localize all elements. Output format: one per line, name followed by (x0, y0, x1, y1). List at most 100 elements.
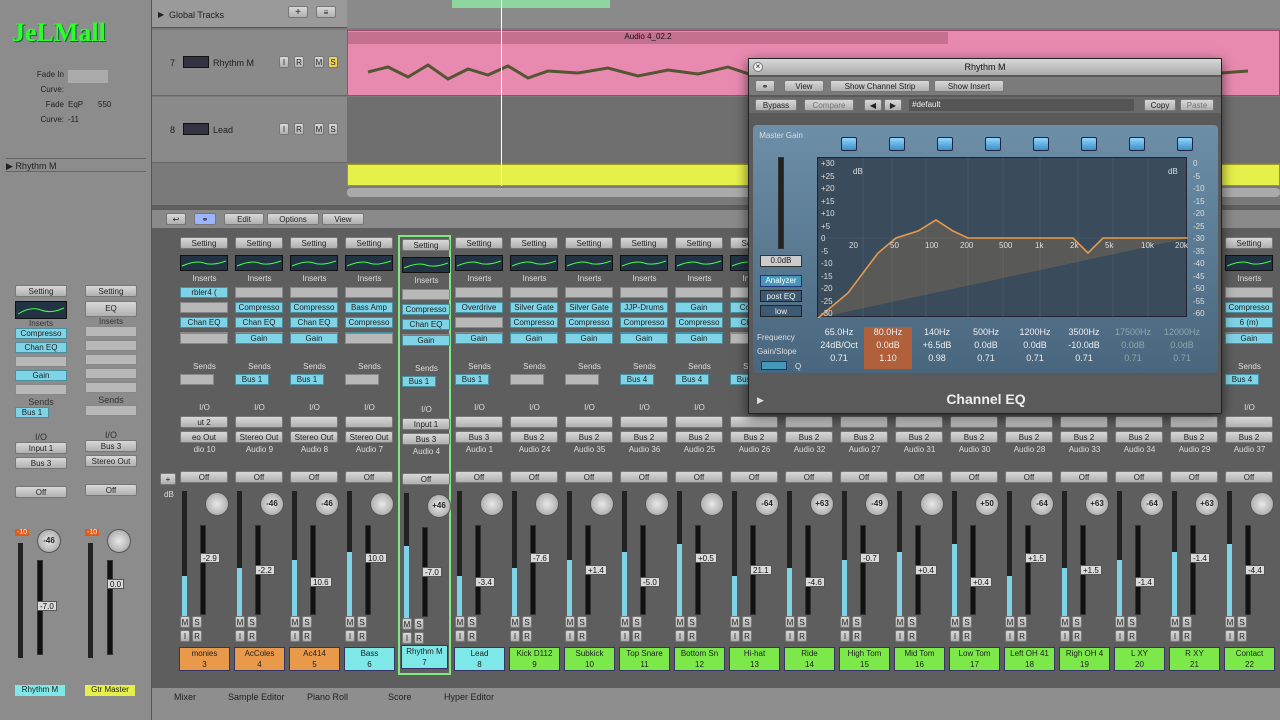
insert-slot[interactable]: Compresso (675, 317, 723, 328)
record-button[interactable]: R (852, 630, 862, 642)
insert-slot[interactable]: Chan EQ (402, 319, 450, 330)
band-q[interactable]: 0.71 (1158, 353, 1206, 363)
eq-thumbnail[interactable] (235, 255, 283, 271)
catch-button[interactable]: ≡ (316, 6, 336, 18)
pan-knob[interactable] (700, 492, 724, 516)
volume-value[interactable]: -0.7 (860, 553, 880, 563)
automation-button[interactable]: Off (85, 484, 137, 496)
channel-name[interactable]: Lead 8 (454, 647, 505, 671)
band-q[interactable]: 0.71 (1011, 353, 1059, 363)
volume-value[interactable]: -4.4 (1245, 565, 1265, 575)
volume-fader[interactable] (530, 525, 536, 615)
output-button[interactable]: Bus 2 (1115, 431, 1163, 443)
gain-insert[interactable]: Gain (620, 333, 668, 344)
volume-fader[interactable] (805, 525, 811, 615)
tab-piano-roll[interactable]: Piano Roll (307, 692, 348, 702)
input-monitor-button[interactable]: I (279, 123, 289, 135)
channel-name[interactable]: Mid Tom 16 (894, 647, 945, 671)
channel-name[interactable]: Ride 14 (784, 647, 835, 671)
record-button[interactable]: R (962, 630, 972, 642)
link-button[interactable]: ⚭ (755, 80, 775, 92)
solo-button[interactable]: S (687, 616, 697, 628)
insert-slot[interactable]: Compresso (620, 317, 668, 328)
mute-button[interactable]: M (290, 616, 300, 628)
insert-slot[interactable]: Compresso (290, 302, 338, 313)
channel-name[interactable]: Low Tom 17 (949, 647, 1000, 671)
eq-thumbnail[interactable] (180, 255, 228, 271)
channel-name[interactable]: Left OH 41 18 (1004, 647, 1055, 671)
automation-button[interactable]: Off (675, 471, 723, 483)
insert-slot[interactable]: Compresso (235, 302, 283, 313)
pan-knob[interactable]: +63 (810, 492, 834, 516)
show-insert-menu[interactable]: Show Insert (934, 80, 1004, 92)
insert-slot[interactable]: rbler4 ( (180, 287, 228, 298)
channel-name[interactable]: Contact 22 (1224, 647, 1275, 671)
setting-button[interactable]: Setting (235, 237, 283, 249)
input-monitor-button[interactable]: I (455, 630, 465, 642)
eq-thumbnail[interactable] (402, 257, 450, 273)
record-button[interactable]: R (1237, 630, 1247, 642)
insert-slot[interactable] (675, 287, 723, 298)
back-button[interactable]: ↩ (166, 213, 186, 225)
output-button[interactable]: Stereo Out (235, 431, 283, 443)
channel-name[interactable]: L XY 20 (1114, 647, 1165, 671)
band-column[interactable]: 80.0Hz 0.0dB 1.10 (864, 327, 912, 369)
automation-button[interactable]: Off (180, 471, 228, 483)
automation-button[interactable]: Off (1225, 471, 1273, 483)
channel-name[interactable]: High Tom 15 (839, 647, 890, 671)
view-menu[interactable]: View (784, 80, 824, 92)
band-frequency[interactable]: 80.0Hz (864, 327, 912, 337)
mute-button[interactable]: M (510, 616, 520, 628)
setting-button[interactable]: Setting (455, 237, 503, 249)
view-menu[interactable]: View (322, 213, 364, 225)
pan-knob[interactable] (920, 492, 944, 516)
insert-slot-5[interactable] (85, 382, 137, 393)
pan-knob[interactable]: +46 (427, 494, 451, 518)
input-button[interactable]: Input 1 (402, 418, 450, 430)
playhead[interactable] (501, 0, 502, 186)
input-monitor-button[interactable]: I (840, 630, 850, 642)
volume-value[interactable]: -1.4 (1135, 577, 1155, 587)
insert-slot[interactable] (345, 287, 393, 298)
pan-knob[interactable] (590, 492, 614, 516)
automation-button[interactable]: Off (455, 471, 503, 483)
input-monitor-button[interactable]: I (950, 630, 960, 642)
record-button[interactable]: R (577, 630, 587, 642)
record-button[interactable]: R (357, 630, 367, 642)
band-frequency[interactable]: 500Hz (962, 327, 1010, 337)
input-button[interactable] (1005, 416, 1053, 428)
insert-slot[interactable] (402, 289, 450, 300)
eq-graph[interactable] (817, 157, 1188, 319)
input-button[interactable] (345, 416, 393, 428)
setting-button[interactable]: Setting (620, 237, 668, 249)
input-button[interactable] (455, 416, 503, 428)
insert-slot-2[interactable] (85, 340, 137, 351)
input-button[interactable] (840, 416, 888, 428)
input-button[interactable] (1060, 416, 1108, 428)
insert-slot[interactable]: Compresso (565, 317, 613, 328)
insert-slot[interactable]: Chan EQ (180, 317, 228, 328)
output-button[interactable]: Stereo Out (85, 455, 137, 467)
channel-name[interactable]: Rhythm M 7 (401, 645, 448, 669)
pan-knob[interactable]: -46 (37, 529, 61, 553)
band-gain[interactable]: 0.0dB (1109, 340, 1157, 350)
output-button[interactable]: Bus 2 (840, 431, 888, 443)
mute-button[interactable]: M (785, 616, 795, 628)
volume-fader[interactable] (1190, 525, 1196, 615)
volume-fader[interactable] (695, 525, 701, 615)
input-button[interactable] (235, 416, 283, 428)
gain-insert[interactable]: Gain (565, 333, 613, 344)
solo-button[interactable]: S (302, 616, 312, 628)
band-q[interactable]: 0.71 (815, 353, 863, 363)
send-slot[interactable]: Bus 1 (455, 374, 489, 385)
solo-button[interactable]: S (522, 616, 532, 628)
input-monitor-button[interactable]: I (785, 630, 795, 642)
gain-insert[interactable]: Gain (402, 335, 450, 346)
solo-button[interactable]: S (1017, 616, 1027, 628)
pan-knob[interactable] (535, 492, 559, 516)
record-button[interactable]: R (742, 630, 752, 642)
input-button[interactable] (950, 416, 998, 428)
gain-insert[interactable]: Gain (290, 333, 338, 344)
region-header[interactable]: ▶ Rhythm M (6, 158, 146, 172)
input-monitor-button[interactable]: I (565, 630, 575, 642)
